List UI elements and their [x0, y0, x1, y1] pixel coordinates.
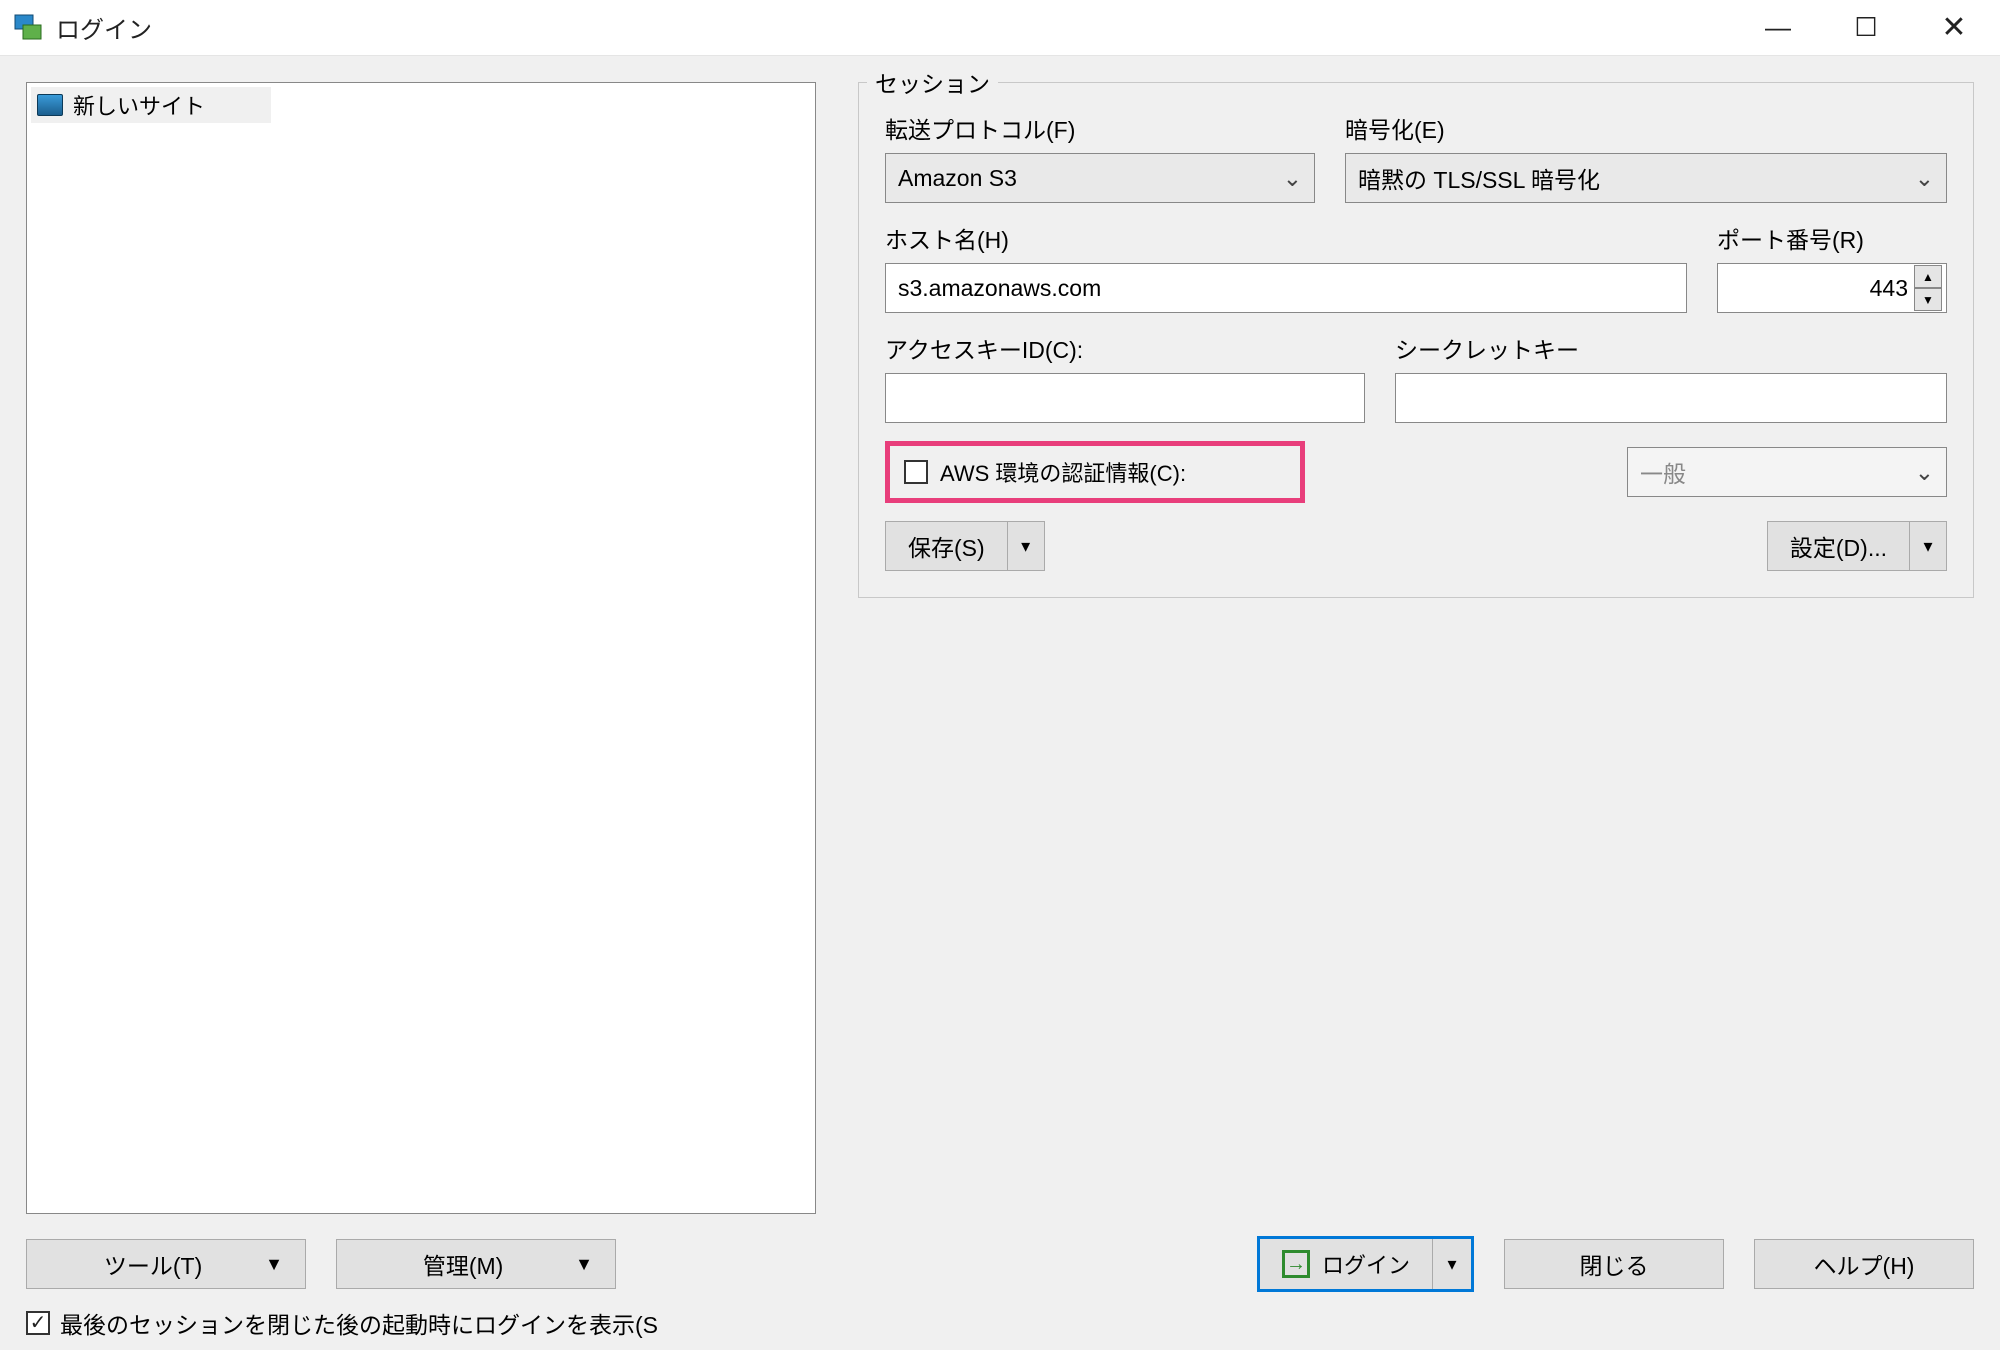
site-item-new[interactable]: 新しいサイト — [31, 87, 271, 123]
minimize-button[interactable]: — — [1734, 0, 1822, 56]
aws-env-label: AWS 環境の認証情報(C): — [940, 456, 1186, 488]
triangle-down-icon: ▾ — [1923, 536, 1932, 557]
save-dropdown[interactable]: ▾ — [1007, 521, 1045, 571]
titlebar: ログイン — ☐ ✕ — [0, 0, 2000, 56]
host-value: s3.amazonaws.com — [898, 275, 1101, 302]
site-list[interactable]: 新しいサイト — [26, 82, 816, 1214]
save-split-button[interactable]: 保存(S) ▾ — [885, 521, 1045, 571]
general-combo: 一般 ⌄ — [1627, 447, 1947, 497]
show-login-on-startup[interactable]: 最後のセッションを閉じた後の起動時にログインを表示(S — [26, 1306, 1974, 1340]
port-label: ポート番号(R) — [1717, 221, 1947, 255]
bottom-toolbar: ツール(T) ▼ 管理(M) ▼ → ログイン ▾ 閉じる ヘルプ(H) — [26, 1236, 1974, 1292]
port-spinner[interactable]: ▲ ▼ — [1914, 265, 1942, 311]
site-item-label: 新しいサイト — [73, 89, 205, 121]
help-label: ヘルプ(H) — [1814, 1247, 1915, 1281]
tools-label: ツール(T) — [49, 1247, 257, 1281]
login-dialog: ログイン — ☐ ✕ 新しいサイト セッション — [0, 0, 2000, 1350]
close-window-button[interactable]: ✕ — [1910, 0, 1998, 56]
chevron-down-icon: ⌄ — [1283, 165, 1302, 192]
triangle-down-icon: ▼ — [575, 1254, 593, 1275]
settings-button[interactable]: 設定(D)... — [1767, 521, 1909, 571]
settings-label: 設定(D)... — [1790, 529, 1887, 563]
spinner-down-icon[interactable]: ▼ — [1914, 288, 1942, 311]
login-dropdown[interactable]: ▾ — [1433, 1239, 1471, 1289]
login-icon: → — [1282, 1250, 1310, 1278]
chevron-down-icon: ⌄ — [1915, 459, 1934, 486]
secret-key-label: シークレットキー — [1395, 331, 1947, 365]
login-label: ログイン — [1322, 1248, 1410, 1280]
dialog-body: 新しいサイト セッション 転送プロトコル(F) Amazon S3 ⌄ — [0, 56, 2000, 1350]
app-icon — [14, 14, 42, 42]
maximize-button[interactable]: ☐ — [1822, 0, 1910, 56]
aws-env-checkbox[interactable] — [904, 460, 928, 484]
protocol-value: Amazon S3 — [898, 165, 1017, 192]
session-group: セッション 転送プロトコル(F) Amazon S3 ⌄ 暗号化(E) — [858, 82, 1974, 598]
manage-label: 管理(M) — [359, 1247, 567, 1281]
protocol-select[interactable]: Amazon S3 ⌄ — [885, 153, 1315, 203]
triangle-down-icon: ▾ — [1447, 1254, 1456, 1275]
save-label: 保存(S) — [908, 529, 985, 563]
triangle-down-icon: ▼ — [265, 1254, 283, 1275]
close-button[interactable]: 閉じる — [1504, 1239, 1724, 1289]
login-button[interactable]: → ログイン — [1260, 1239, 1433, 1289]
general-combo-value: 一般 — [1640, 455, 1686, 489]
protocol-label: 転送プロトコル(F) — [885, 111, 1315, 145]
port-value: 443 — [1870, 275, 1908, 302]
close-label: 閉じる — [1580, 1247, 1649, 1281]
host-label: ホスト名(H) — [885, 221, 1687, 255]
help-button[interactable]: ヘルプ(H) — [1754, 1239, 1974, 1289]
tools-button[interactable]: ツール(T) ▼ — [26, 1239, 306, 1289]
host-input[interactable]: s3.amazonaws.com — [885, 263, 1687, 313]
triangle-down-icon: ▾ — [1021, 536, 1030, 557]
show-login-label: 最後のセッションを閉じた後の起動時にログインを表示(S — [60, 1306, 658, 1340]
window-controls: — ☐ ✕ — [1734, 0, 1998, 56]
login-split-button[interactable]: → ログイン ▾ — [1257, 1236, 1474, 1292]
aws-env-highlight: AWS 環境の認証情報(C): — [885, 441, 1305, 503]
show-login-checkbox[interactable] — [26, 1311, 50, 1335]
settings-dropdown[interactable]: ▾ — [1909, 521, 1947, 571]
access-key-label: アクセスキーID(C): — [885, 331, 1365, 365]
spinner-up-icon[interactable]: ▲ — [1914, 265, 1942, 288]
session-group-label: セッション — [867, 65, 998, 99]
encryption-select[interactable]: 暗黙の TLS/SSL 暗号化 ⌄ — [1345, 153, 1947, 203]
secret-key-input[interactable] — [1395, 373, 1947, 423]
access-key-input[interactable] — [885, 373, 1365, 423]
window-title: ログイン — [56, 10, 1734, 45]
encryption-value: 暗黙の TLS/SSL 暗号化 — [1358, 161, 1600, 195]
chevron-down-icon: ⌄ — [1915, 165, 1934, 192]
manage-button[interactable]: 管理(M) ▼ — [336, 1239, 616, 1289]
encryption-label: 暗号化(E) — [1345, 111, 1947, 145]
monitor-icon — [37, 94, 63, 116]
save-button[interactable]: 保存(S) — [885, 521, 1007, 571]
port-input[interactable]: 443 ▲ ▼ — [1717, 263, 1947, 313]
settings-split-button[interactable]: 設定(D)... ▾ — [1767, 521, 1947, 571]
